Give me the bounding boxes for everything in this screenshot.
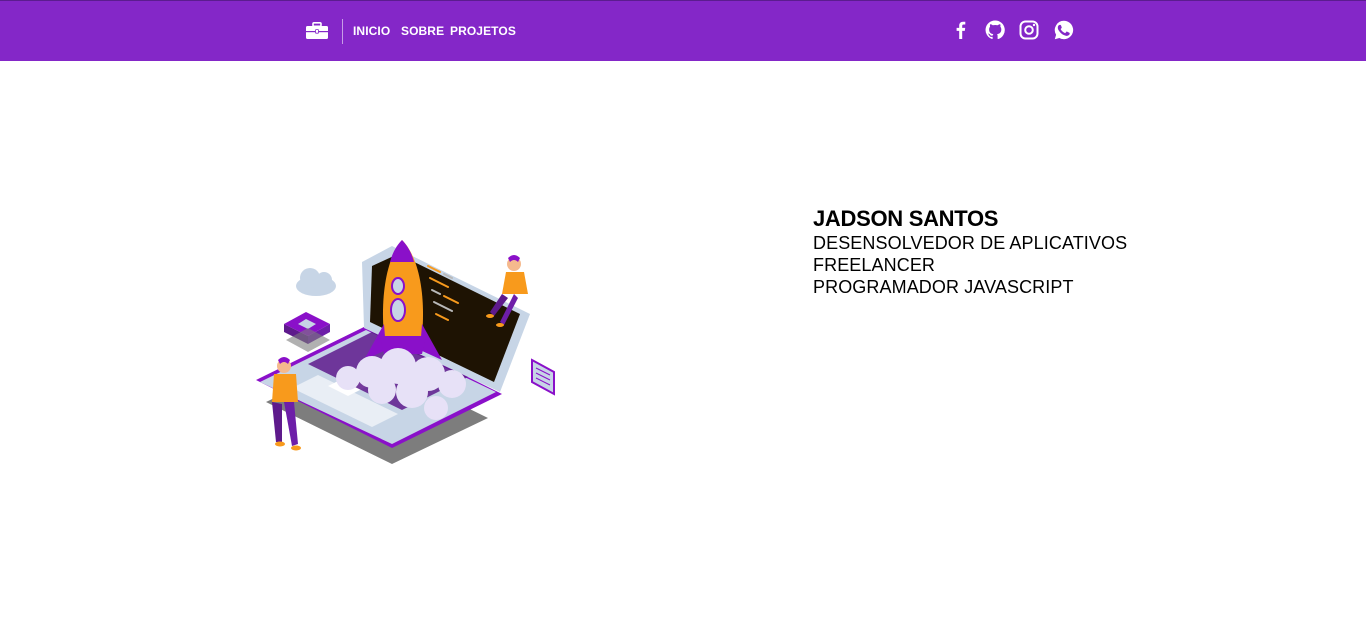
profile-role: PROGRAMADOR JAVASCRIPT — [813, 277, 1074, 297]
rocket-laptop-illustration — [252, 232, 560, 468]
nav-link-inicio[interactable]: INICIO — [353, 23, 390, 39]
nav-link-sobre[interactable]: SOBRE — [401, 23, 444, 39]
profile-role: DESENSOLVEDOR DE APLICATIVOS — [813, 233, 1128, 253]
nav-divider — [342, 19, 343, 44]
whatsapp-icon[interactable] — [1053, 19, 1075, 41]
instagram-icon[interactable] — [1018, 19, 1040, 41]
briefcase-icon[interactable] — [306, 22, 328, 39]
top-navbar: INICIO SOBRE PROJETOS — [0, 0, 1366, 61]
profile-role: FREELANCER — [813, 255, 936, 275]
profile-info: JADSON SANTOS DESENSOLVEDOR DE APLICATIV… — [813, 206, 1127, 298]
facebook-icon[interactable] — [950, 19, 972, 41]
github-icon[interactable] — [984, 19, 1006, 41]
profile-name: JADSON SANTOS — [813, 206, 999, 231]
nav-link-projetos[interactable]: PROJETOS — [450, 23, 516, 39]
